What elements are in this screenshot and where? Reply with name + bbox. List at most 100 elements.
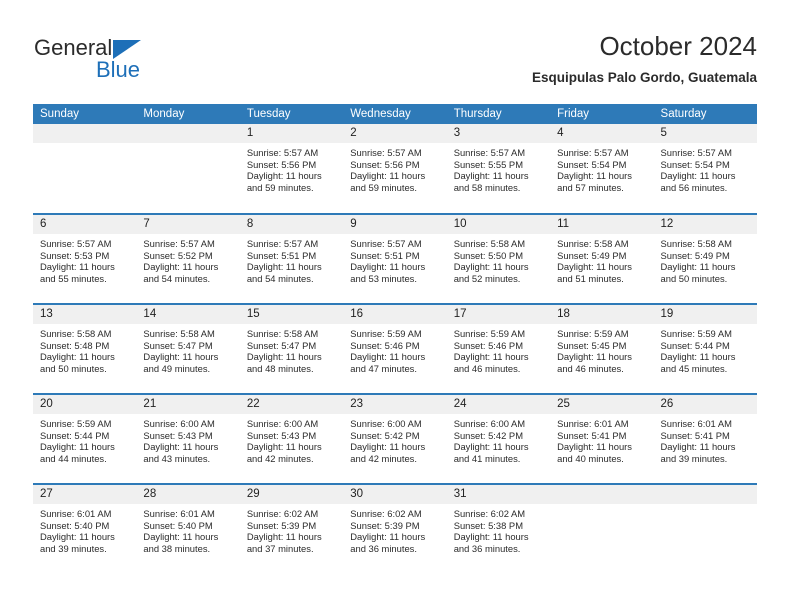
sunrise-time: Sunrise: 6:01 AM <box>660 418 732 429</box>
sunrise-time: Sunrise: 5:59 AM <box>453 328 526 339</box>
daylight-duration-line2: and 44 minutes. <box>40 452 107 464</box>
day-number: 29 <box>239 485 344 504</box>
calendar-day-cell[interactable]: 15 Sunrise: 5:58 AM Sunset: 5:47 PM Dayligh… <box>239 303 344 394</box>
sunrise-time: Sunrise: 5:57 AM <box>350 238 422 249</box>
calendar-day-cell[interactable]: 8 Sunrise: 5:57 AM Sunset: 5:51 PM Daylight… <box>239 213 344 304</box>
daylight-duration-line2: and 37 minutes. <box>246 542 314 554</box>
calendar-page: General Blue October 2024 Esquipulas Pal… <box>0 0 792 612</box>
daylight-duration-line2: and 46 minutes. <box>557 362 624 374</box>
day-number <box>653 485 757 504</box>
calendar-day-cell[interactable]: 31 Sunrise: 6:02 AM Sunset: 5:38 PM Dayligh… <box>446 483 551 574</box>
calendar-day-cell[interactable]: 4 Sunrise: 5:57 AM Sunset: 5:54 PM Daylight… <box>550 124 654 214</box>
sunrise-time: Sunrise: 5:57 AM <box>40 238 112 249</box>
daylight-duration-line2: and 40 minutes. <box>557 452 624 464</box>
calendar-day-cell[interactable]: 6 Sunrise: 5:57 AM Sunset: 5:53 PM Daylight… <box>33 213 137 304</box>
sunset-time: Sunset: 5:42 PM <box>453 429 523 441</box>
sunset-time: Sunset: 5:43 PM <box>143 429 213 441</box>
calendar-day-cell[interactable]: 21 Sunrise: 6:00 AM Sunset: 5:43 PM Dayligh… <box>136 393 240 484</box>
sunset-time: Sunset: 5:43 PM <box>246 429 317 441</box>
day-details: Sunrise: 5:59 AM Sunset: 5:44 PM Daylight:… <box>33 414 136 464</box>
day-number: 28 <box>136 485 240 504</box>
daylight-duration-line1: Daylight: 11 hours <box>246 170 322 182</box>
calendar-day-cell[interactable]: 16 Sunrise: 5:59 AM Sunset: 5:46 PM Dayligh… <box>343 303 447 394</box>
calendar-day-cell[interactable]: 22 Sunrise: 6:00 AM Sunset: 5:43 PM Dayligh… <box>239 393 344 484</box>
calendar-day-cell[interactable]: 23 Sunrise: 6:00 AM Sunset: 5:42 PM Dayligh… <box>343 393 447 484</box>
calendar-day-cell[interactable]: 26 Sunrise: 6:01 AM Sunset: 5:41 PM Dayligh… <box>653 393 757 484</box>
calendar-day-cell[interactable]: 14 Sunrise: 5:58 AM Sunset: 5:47 PM Dayligh… <box>136 303 240 394</box>
daylight-duration-line1: Daylight: 11 hours <box>246 351 322 363</box>
calendar-day-cell[interactable]: 2 Sunrise: 5:57 AM Sunset: 5:56 PM Daylight… <box>343 124 447 214</box>
sunset-time: Sunset: 5:55 PM <box>453 158 523 170</box>
day-details: Sunrise: 6:00 AM Sunset: 5:43 PM Daylight:… <box>136 414 239 464</box>
day-number: 17 <box>446 305 551 324</box>
sunset-time: Sunset: 5:44 PM <box>660 339 730 351</box>
calendar-day-cell[interactable]: 1 Sunrise: 5:57 AM Sunset: 5:56 PM Daylight… <box>239 124 344 214</box>
calendar-day-cell[interactable]: 18 Sunrise: 5:59 AM Sunset: 5:45 PM Dayligh… <box>550 303 654 394</box>
calendar-day-cell[interactable]: 12 Sunrise: 5:58 AM Sunset: 5:49 PM Dayligh… <box>653 213 757 304</box>
calendar-day-cell[interactable]: 5 Sunrise: 5:57 AM Sunset: 5:54 PM Daylight… <box>653 124 757 214</box>
day-details: Sunrise: 5:59 AM Sunset: 5:46 PM Daylight:… <box>447 324 550 374</box>
calendar-day-cell[interactable]: 28 Sunrise: 6:01 AM Sunset: 5:40 PM Dayligh… <box>136 483 240 574</box>
day-details: Sunrise: 5:58 AM Sunset: 5:49 PM Daylight:… <box>550 234 653 284</box>
daylight-duration-line1: Daylight: 11 hours <box>40 261 115 273</box>
sunset-time: Sunset: 5:41 PM <box>660 429 730 441</box>
daylight-duration-line2: and 42 minutes. <box>350 452 417 464</box>
weekday-header-tuesday: Tuesday <box>239 104 344 124</box>
calendar-day-cell[interactable]: 27 Sunrise: 6:01 AM Sunset: 5:40 PM Dayligh… <box>33 483 137 574</box>
day-details: Sunrise: 6:00 AM Sunset: 5:42 PM Daylight:… <box>343 414 446 464</box>
sunrise-time: Sunrise: 6:01 AM <box>143 508 215 519</box>
calendar-day-cell[interactable]: 13 Sunrise: 5:58 AM Sunset: 5:48 PM Dayligh… <box>33 303 137 394</box>
sunset-time: Sunset: 5:38 PM <box>453 519 523 531</box>
calendar-day-cell[interactable]: 19 Sunrise: 5:59 AM Sunset: 5:44 PM Dayligh… <box>653 303 757 394</box>
weekday-header-friday: Friday <box>550 104 654 124</box>
calendar-day-cell[interactable]: 25 Sunrise: 6:01 AM Sunset: 5:41 PM Dayligh… <box>550 393 654 484</box>
daylight-duration-line2: and 43 minutes. <box>143 452 211 464</box>
daylight-duration-line1: Daylight: 11 hours <box>246 441 322 453</box>
calendar-day-cell[interactable]: 20 Sunrise: 5:59 AM Sunset: 5:44 PM Dayligh… <box>33 393 137 484</box>
daylight-duration-line2: and 50 minutes. <box>40 362 107 374</box>
title-block: October 2024 Esquipulas Palo Gordo, Guat… <box>532 30 757 88</box>
sunrise-time: Sunrise: 5:57 AM <box>350 147 422 158</box>
day-details: Sunrise: 5:59 AM Sunset: 5:45 PM Daylight:… <box>550 324 653 374</box>
calendar-day-cell[interactable]: 10 Sunrise: 5:58 AM Sunset: 5:50 PM Dayligh… <box>446 213 551 304</box>
sunset-time: Sunset: 5:40 PM <box>143 519 213 531</box>
sunrise-time: Sunrise: 5:57 AM <box>246 147 319 158</box>
calendar-day-cell[interactable]: 24 Sunrise: 6:00 AM Sunset: 5:42 PM Dayligh… <box>446 393 551 484</box>
sunset-time: Sunset: 5:49 PM <box>557 249 627 261</box>
calendar-day-cell[interactable]: 11 Sunrise: 5:58 AM Sunset: 5:49 PM Dayligh… <box>550 213 654 304</box>
day-details: Sunrise: 6:02 AM Sunset: 5:38 PM Daylight:… <box>447 504 550 554</box>
logo-text-blue: Blue <box>96 57 141 82</box>
sunrise-time: Sunrise: 6:02 AM <box>453 508 526 519</box>
day-details: Sunrise: 5:58 AM Sunset: 5:48 PM Daylight:… <box>33 324 136 374</box>
page-title: October 2024 <box>599 31 757 61</box>
daylight-duration-line2: and 39 minutes. <box>40 542 107 554</box>
calendar-day-cell[interactable]: 7 Sunrise: 5:57 AM Sunset: 5:52 PM Daylight… <box>136 213 240 304</box>
calendar-day-cell[interactable]: 29 Sunrise: 6:02 AM Sunset: 5:39 PM Dayligh… <box>239 483 344 574</box>
daylight-duration-line2: and 42 minutes. <box>246 452 314 464</box>
day-number: 2 <box>343 124 447 143</box>
sunset-time: Sunset: 5:54 PM <box>557 158 627 170</box>
day-number: 13 <box>33 305 137 324</box>
day-number: 22 <box>239 395 344 414</box>
sunrise-time: Sunrise: 5:58 AM <box>246 328 319 339</box>
daylight-duration-line2: and 54 minutes. <box>246 272 314 284</box>
day-details: Sunrise: 5:58 AM Sunset: 5:47 PM Daylight:… <box>136 324 239 374</box>
calendar-day-cell[interactable]: 30 Sunrise: 6:02 AM Sunset: 5:39 PM Dayligh… <box>343 483 447 574</box>
day-number <box>136 124 240 143</box>
daylight-duration-line2: and 59 minutes. <box>246 181 314 193</box>
daylight-duration-line1: Daylight: 11 hours <box>557 441 632 453</box>
daylight-duration-line1: Daylight: 11 hours <box>246 531 322 543</box>
day-number: 9 <box>343 215 447 234</box>
general-blue-logo[interactable]: General Blue <box>34 36 214 90</box>
sunrise-time: Sunrise: 5:59 AM <box>350 328 422 339</box>
daylight-duration-line1: Daylight: 11 hours <box>453 441 529 453</box>
day-details: Sunrise: 6:00 AM Sunset: 5:42 PM Daylight:… <box>447 414 550 464</box>
weekday-header-saturday: Saturday <box>653 104 757 124</box>
day-details: Sunrise: 6:01 AM Sunset: 5:40 PM Daylight:… <box>136 504 239 554</box>
calendar-day-cell[interactable]: 17 Sunrise: 5:59 AM Sunset: 5:46 PM Dayligh… <box>446 303 551 394</box>
calendar-day-cell[interactable]: 9 Sunrise: 5:57 AM Sunset: 5:51 PM Daylight… <box>343 213 447 304</box>
calendar-day-cell[interactable]: 3 Sunrise: 5:57 AM Sunset: 5:55 PM Daylight… <box>446 124 551 214</box>
daylight-duration-line1: Daylight: 11 hours <box>350 261 426 273</box>
sunset-time: Sunset: 5:48 PM <box>40 339 110 351</box>
daylight-duration-line1: Daylight: 11 hours <box>453 261 529 273</box>
